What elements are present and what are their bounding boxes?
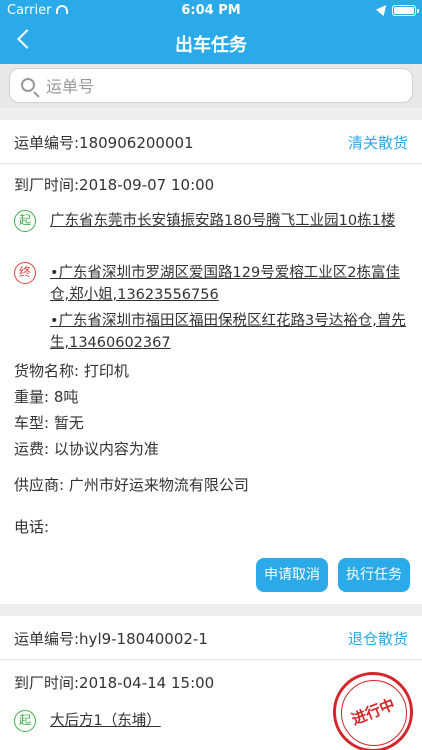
weight: 重量: 8吨	[14, 388, 79, 406]
start-badge: 起	[14, 710, 36, 732]
order-card-header: 运单编号:hyl9-18040002-1 退仓散货	[0, 616, 422, 660]
order-number: 运单编号:180906200001	[14, 134, 194, 152]
end-address-link[interactable]: •广东省深圳市罗湖区爱国路129号爱榕工业区2栋富佳仓,郑小姐,13623556…	[50, 262, 410, 306]
end-badge: 终	[14, 262, 36, 284]
clock: 6:04 PM	[181, 3, 241, 18]
nav-bar: Carrier 6:04 PM 出车任务	[0, 0, 422, 64]
end-address-link[interactable]: •广东省深圳市福田区福田保税区红花路3号达裕仓,曾先生,13460602367	[50, 310, 410, 354]
search-icon	[21, 78, 35, 92]
page-title: 出车任务	[175, 35, 247, 56]
search-bar	[0, 64, 422, 108]
in-progress-stamp: 进行中	[333, 672, 413, 750]
search-input[interactable]	[46, 74, 396, 98]
start-address-link[interactable]: 广东省东莞市长安镇振安路180号腾飞工业园10栋1楼	[50, 210, 410, 232]
arrival-time: 到厂时间:2018-09-07 10:00	[14, 176, 215, 194]
stamp-label: 进行中	[348, 695, 398, 729]
order-type-link[interactable]: 退仓散货	[348, 628, 408, 649]
order-type-link[interactable]: 清关散货	[348, 132, 408, 153]
cancel-request-button[interactable]: 申请取消	[256, 558, 328, 592]
goods-name: 货物名称: 打印机	[14, 362, 129, 380]
order-number: 运单编号:hyl9-18040002-1	[14, 630, 208, 648]
search-box[interactable]	[9, 68, 413, 103]
supplier: 供应商: 广州市好运来物流有限公司	[14, 476, 249, 494]
end-address: 终 •广东省深圳市罗湖区爱国路129号爱榕工业区2栋富佳仓,郑小姐,136235…	[14, 262, 414, 306]
start-badge: 起	[14, 210, 36, 232]
order-card: 运单编号:180906200001 清关散货 到厂时间:2018-09-07 1…	[0, 120, 422, 604]
status-bar: Carrier 6:04 PM	[0, 0, 422, 20]
arrival-time: 到厂时间:2018-04-14 15:00	[14, 674, 215, 692]
battery-icon	[392, 5, 419, 16]
execute-task-button[interactable]: 执行任务	[338, 558, 410, 592]
vehicle-type: 车型: 暂无	[14, 414, 84, 432]
start-address: 起 广东省东莞市长安镇振安路180号腾飞工业园10栋1楼	[14, 210, 414, 254]
freight-fee: 运费: 以协议内容为准	[14, 440, 159, 458]
end-address: •广东省深圳市福田区福田保税区红花路3号达裕仓,曾先生,13460602367	[14, 310, 414, 354]
order-card-header: 运单编号:180906200001 清关散货	[0, 120, 422, 164]
phone: 电话:	[14, 518, 50, 536]
